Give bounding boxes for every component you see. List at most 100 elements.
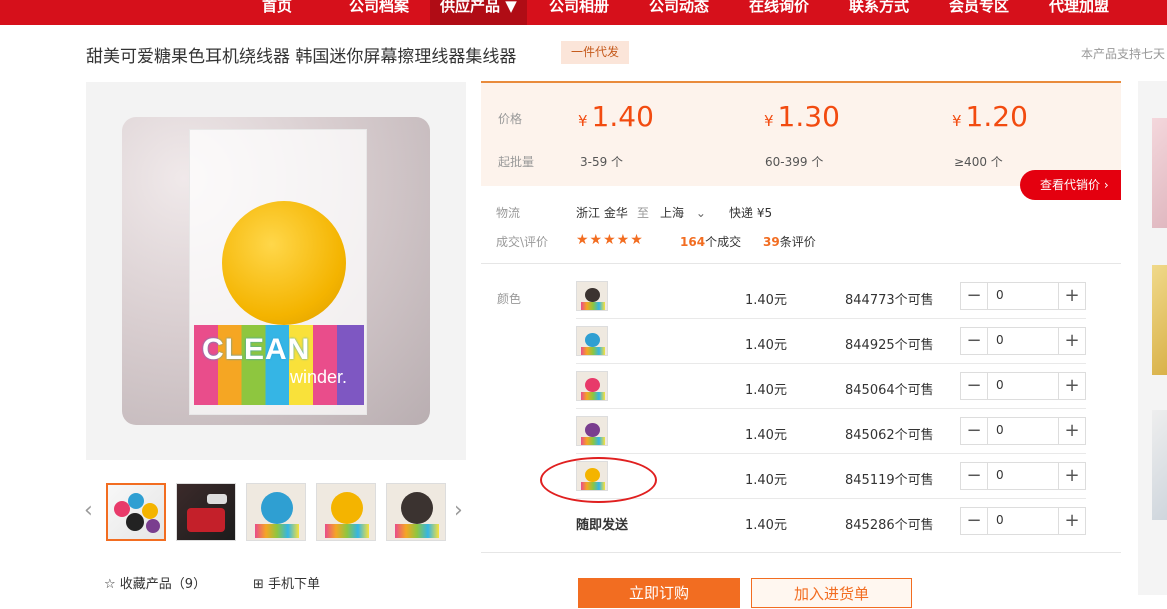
chevron-down-icon: ⌄ (695, 206, 706, 220)
price-tier-3: ¥1.20 (952, 100, 1028, 133)
plus-button[interactable]: + (1058, 328, 1085, 354)
nav-news[interactable]: 公司动态 (649, 0, 709, 25)
qty-tier-2: 60-399 个 (765, 155, 824, 169)
nav-home[interactable]: 首页 (262, 0, 292, 25)
ship-to-city: 上海 (660, 206, 685, 220)
nav-inquiry[interactable]: 在线询价 (749, 0, 809, 25)
logistics-label: 物流 (496, 206, 521, 220)
main-product-photo[interactable]: CLEAN winder. (122, 117, 430, 425)
buy-now-button[interactable]: 立即订购 (578, 578, 740, 608)
qr-code-icon: ⊞ (253, 577, 264, 592)
quantity-stepper[interactable]: − 0 + (960, 417, 1086, 445)
plus-button[interactable]: + (1058, 373, 1085, 399)
minus-button[interactable]: − (961, 283, 988, 309)
review-count[interactable]: 39条评价 (763, 233, 816, 250)
mobile-order-label: 手机下单 (268, 577, 321, 592)
thumb-yellow-disc[interactable] (316, 483, 376, 541)
variant-thumb[interactable] (576, 416, 608, 446)
row-divider (576, 318, 1086, 319)
price-tier-2: ¥1.30 (764, 100, 840, 133)
quantity-input[interactable]: 0 (996, 288, 1004, 302)
favorite-label: 收藏产品（9） (119, 577, 207, 592)
thumb-phone-cable[interactable] (176, 483, 236, 541)
plus-button[interactable]: + (1058, 283, 1085, 309)
quantity-input[interactable]: 0 (996, 513, 1004, 527)
rating-stars-icon: ★★★★★ (576, 232, 644, 248)
row-divider (576, 498, 1086, 499)
minus-button[interactable]: − (961, 328, 988, 354)
ship-to-word: 至 (637, 206, 650, 220)
thumb-prev-icon[interactable]: ‹ (84, 498, 93, 523)
variant-stock: 844925个可售 (845, 338, 934, 353)
minus-button[interactable]: − (961, 373, 988, 399)
variant-thumb[interactable] (576, 281, 608, 311)
variant-stock: 845064个可售 (845, 383, 934, 398)
variant-price: 1.40元 (745, 428, 787, 443)
add-cart-button[interactable]: 加入进货单 (751, 578, 912, 608)
thumb-blue-disc[interactable] (246, 483, 306, 541)
favorite-product[interactable]: ☆ 收藏产品（9） (104, 573, 206, 592)
minus-button[interactable]: − (961, 508, 988, 534)
nav-album[interactable]: 公司相册 (549, 0, 609, 25)
quantity-stepper[interactable]: − 0 + (960, 462, 1086, 490)
quantity-stepper[interactable]: − 0 + (960, 372, 1086, 400)
quantity-input[interactable]: 0 (996, 378, 1004, 392)
quantity-stepper[interactable]: − 0 + (960, 327, 1086, 355)
variant-thumb[interactable] (576, 326, 608, 356)
package-sub-text: winder. (290, 367, 348, 387)
divider (481, 552, 1121, 553)
nav-company-profile[interactable]: 公司档案 (349, 0, 409, 25)
ship-from: 浙江 金华 (576, 206, 628, 220)
support-text: 本产品支持七天 (1081, 47, 1166, 61)
star-outline-icon: ☆ (104, 577, 116, 592)
divider (481, 263, 1121, 264)
price-tier-1: ¥1.40 (578, 100, 654, 133)
variant-stock: 845286个可售 (845, 518, 934, 533)
qty-tier-1: 3-59 个 (580, 155, 624, 169)
variant-price: 1.40元 (745, 518, 787, 533)
nav-contact[interactable]: 联系方式 (849, 0, 909, 25)
minus-button[interactable]: − (961, 463, 988, 489)
variant-stock: 845062个可售 (845, 428, 934, 443)
shipping-fee: 快递 ¥5 (729, 206, 773, 220)
recommend-thumb[interactable] (1152, 265, 1167, 375)
recommend-thumb[interactable] (1152, 410, 1167, 520)
recommend-thumb[interactable] (1152, 118, 1167, 228)
qty-tier-3: ≥400 个 (954, 155, 1003, 169)
thumb-colorful-discs[interactable] (106, 483, 166, 541)
price-panel (481, 81, 1121, 186)
row-divider (576, 408, 1086, 409)
quantity-stepper[interactable]: − 0 + (960, 507, 1086, 535)
price-label: 价格 (498, 112, 523, 126)
reviews-label: 成交\评价 (496, 235, 549, 249)
plus-button[interactable]: + (1058, 508, 1085, 534)
variant-stock: 845119个可售 (845, 473, 934, 488)
minus-button[interactable]: − (961, 418, 988, 444)
quantity-input[interactable]: 0 (996, 333, 1004, 347)
quantity-stepper[interactable]: − 0 + (960, 282, 1086, 310)
color-label: 颜色 (497, 292, 522, 306)
mobile-order[interactable]: ⊞ 手机下单 (253, 573, 320, 592)
quantity-input[interactable]: 0 (996, 423, 1004, 437)
row-divider (576, 453, 1086, 454)
variant-price: 1.40元 (745, 473, 787, 488)
ship-to-select[interactable]: 上海 ⌄ (660, 204, 706, 221)
nav-products[interactable]: 供应产品 ▼ (430, 0, 527, 25)
nav-members[interactable]: 会员专区 (949, 0, 1009, 25)
quantity-input[interactable]: 0 (996, 468, 1004, 482)
plus-button[interactable]: + (1058, 418, 1085, 444)
dropship-badge: 一件代发 (561, 41, 629, 64)
variant-name[interactable]: 随即发送 (576, 514, 628, 533)
moq-label: 起批量 (498, 155, 535, 169)
agent-price-button[interactable]: 查看代销价 › (1020, 170, 1121, 200)
variant-thumb[interactable] (576, 371, 608, 401)
product-title: 甜美可爱糖果色耳机绕线器 韩国迷你屏幕擦理线器集线器 (86, 47, 517, 67)
deals-count[interactable]: 164个成交 (680, 233, 741, 250)
variant-stock: 844773个可售 (845, 293, 934, 308)
thumb-next-icon[interactable]: › (454, 498, 463, 523)
package-brand-text: CLEAN (202, 333, 311, 366)
plus-button[interactable]: + (1058, 463, 1085, 489)
thumb-black-disc[interactable] (386, 483, 446, 541)
nav-agent[interactable]: 代理加盟 (1049, 0, 1109, 25)
row-divider (576, 363, 1086, 364)
